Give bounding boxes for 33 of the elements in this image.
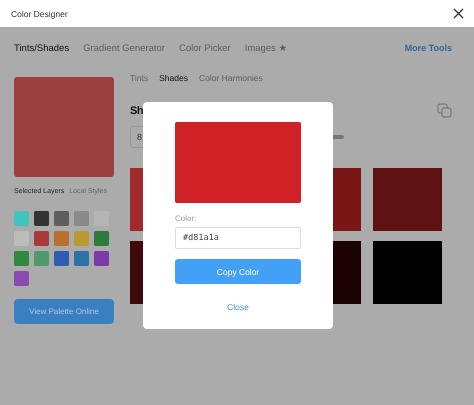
color-swatch[interactable] bbox=[54, 251, 69, 266]
more-tools-link[interactable]: More Tools bbox=[404, 43, 452, 53]
shade-swatch[interactable] bbox=[373, 241, 442, 304]
color-swatch[interactable] bbox=[54, 231, 69, 246]
color-field[interactable]: #d81a1a bbox=[175, 227, 301, 249]
color-swatch[interactable] bbox=[74, 211, 89, 226]
window-title: Color Designer bbox=[11, 8, 68, 18]
color-swatch[interactable] bbox=[34, 231, 49, 246]
sub-tab[interactable]: Color Harmonies bbox=[198, 73, 263, 83]
tab[interactable]: Images ★ bbox=[244, 42, 288, 54]
color-swatch[interactable] bbox=[94, 251, 109, 266]
color-swatch[interactable] bbox=[14, 251, 29, 266]
tab[interactable]: Gradient Generator bbox=[83, 42, 165, 54]
close-icon[interactable] bbox=[453, 8, 464, 19]
tab[interactable]: Color Picker bbox=[178, 42, 231, 54]
color-swatch[interactable] bbox=[74, 251, 89, 266]
color-swatch[interactable] bbox=[14, 211, 29, 226]
color-swatch[interactable] bbox=[54, 211, 69, 226]
color-swatch[interactable] bbox=[34, 211, 49, 226]
copy-icon[interactable] bbox=[437, 103, 452, 118]
sub-tab[interactable]: Shades bbox=[159, 73, 188, 83]
color-swatch[interactable] bbox=[34, 251, 49, 266]
view-palette-button[interactable]: View Palette Online bbox=[14, 299, 114, 324]
field-label: Color: bbox=[175, 214, 198, 223]
sub-tab[interactable]: Tints bbox=[130, 73, 148, 83]
tab[interactable]: Tints/Shades bbox=[14, 42, 70, 54]
section-heading: Sh bbox=[130, 104, 144, 116]
shade-swatch[interactable] bbox=[373, 168, 442, 231]
copy-color-button[interactable]: Copy Color bbox=[175, 259, 301, 284]
color-swatch[interactable] bbox=[94, 231, 109, 246]
color-swatch[interactable] bbox=[74, 231, 89, 246]
close-link[interactable]: Close bbox=[227, 302, 249, 312]
color-swatch[interactable] bbox=[14, 271, 29, 286]
